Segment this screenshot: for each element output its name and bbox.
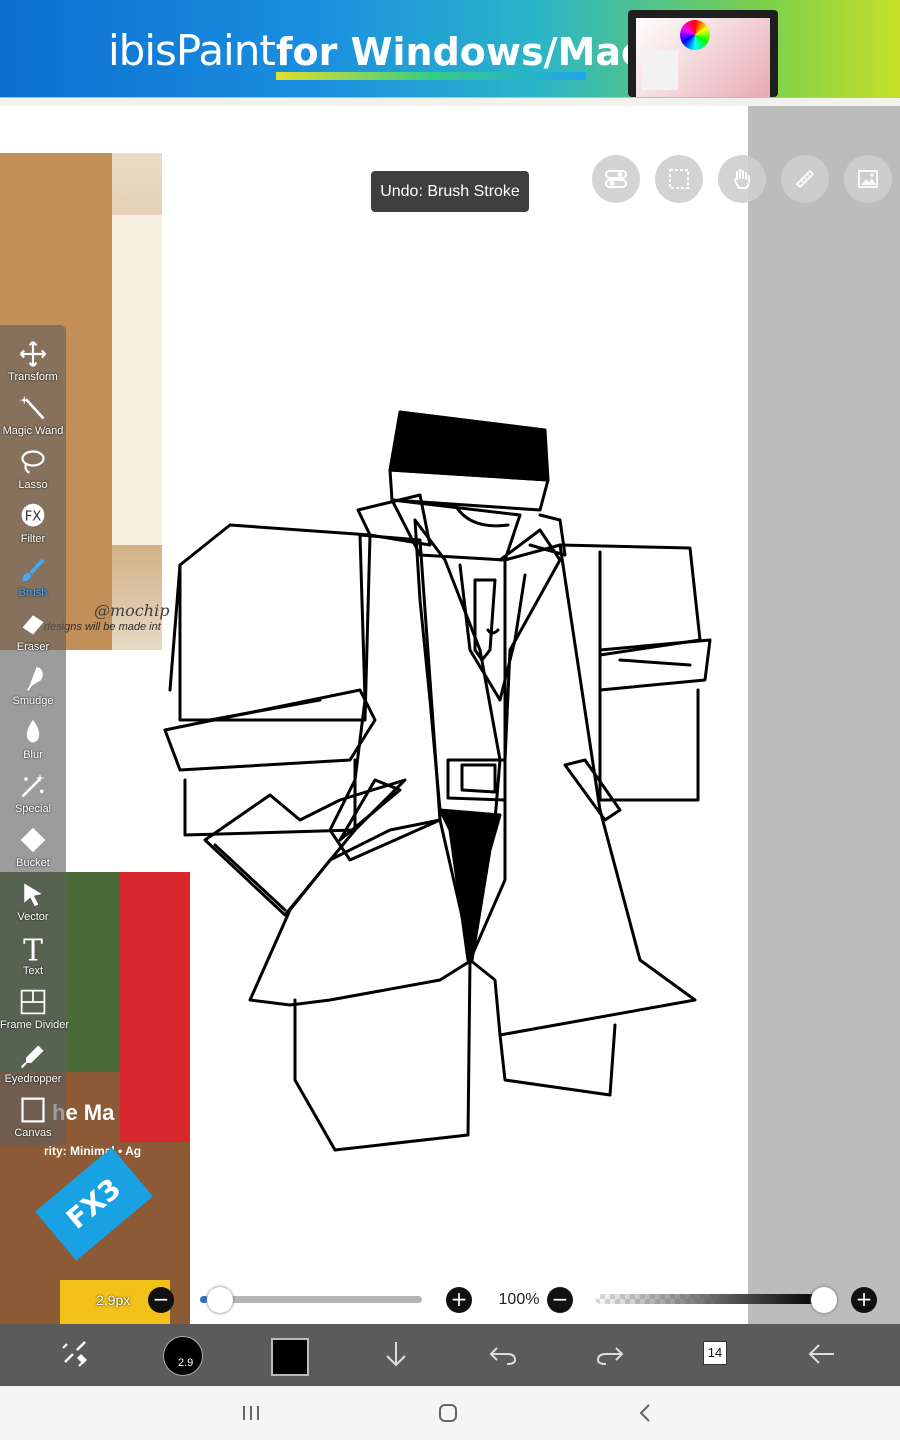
opacity-slider[interactable] (595, 1294, 821, 1304)
tool-canvas[interactable]: Canvas (0, 1090, 66, 1144)
back-button[interactable] (787, 1324, 857, 1386)
arrow-left-icon (808, 1344, 834, 1364)
tool-vector[interactable]: Vector (0, 874, 66, 928)
transform-icon (19, 340, 47, 368)
tool-text[interactable]: T Text (0, 928, 66, 982)
recent-apps-icon (243, 1406, 259, 1420)
arrow-down-icon (386, 1342, 406, 1367)
undo-button[interactable] (468, 1324, 538, 1386)
selection-icon (669, 169, 689, 189)
tool-label: Special (14, 803, 52, 815)
home-icon (439, 1404, 457, 1422)
selection-button[interactable] (655, 155, 703, 203)
tool-label: Filter (20, 533, 46, 545)
brush-size-indicator[interactable]: 2.9 (163, 1336, 203, 1376)
home-button[interactable] (428, 1398, 468, 1428)
brush-icon (22, 558, 45, 582)
tool-label: Smudge (12, 695, 54, 707)
brush-size-slider[interactable] (200, 1296, 422, 1303)
brush-size-decrease-button[interactable]: − (148, 1287, 174, 1313)
tool-bucket[interactable]: Bucket (0, 820, 66, 874)
hand-icon (733, 169, 750, 189)
undo-toast: Undo: Brush Stroke (371, 171, 529, 212)
tool-transform[interactable]: Transform (0, 334, 66, 388)
layer-toggle-button[interactable] (592, 155, 640, 203)
frame-divider-icon (20, 989, 46, 1015)
eraser-icon (22, 615, 44, 635)
bottom-toolbar (0, 1324, 900, 1386)
tool-label: Vector (17, 911, 49, 923)
layers-button[interactable]: 14 (703, 1341, 727, 1365)
tool-eyedropper[interactable]: Eyedropper (0, 1036, 66, 1090)
magic-wand-icon (19, 395, 45, 420)
brush-size-thumb[interactable] (207, 1287, 233, 1313)
svg-text:T: T (23, 934, 43, 962)
zoom-label: 100% (498, 1291, 540, 1308)
svg-text:FX: FX (25, 509, 42, 524)
tool-frame-divider[interactable]: Frame Divider (0, 982, 70, 1036)
lasso-icon (21, 450, 45, 474)
filter-icon: FX (21, 503, 45, 527)
opacity-thumb[interactable] (811, 1287, 837, 1313)
color-swatch[interactable] (271, 1338, 309, 1376)
brush-eraser-swap-icon (62, 1341, 87, 1367)
special-icon (21, 773, 45, 798)
hand-tool-button[interactable] (718, 155, 766, 203)
redo-icon (596, 1347, 624, 1365)
tool-label: Brush (18, 587, 48, 599)
brush-size-label: 2.9px (96, 1292, 131, 1308)
tool-label: Text (22, 965, 44, 977)
opacity-decrease-button[interactable]: − (547, 1287, 573, 1313)
vector-icon (24, 883, 42, 907)
tool-special[interactable]: Special (0, 766, 66, 820)
tool-label: Transform (8, 371, 58, 383)
redo-button[interactable] (575, 1324, 645, 1386)
tool-blur[interactable]: Blur (0, 712, 66, 766)
tool-eraser[interactable]: Eraser (0, 604, 66, 658)
text-icon: T (23, 934, 43, 962)
tool-lasso[interactable]: Lasso (0, 442, 66, 496)
tool-label: Eraser (16, 641, 50, 653)
tool-magic-wand[interactable]: Magic Wand (0, 388, 66, 442)
bucket-icon (20, 827, 46, 853)
blur-icon (26, 719, 40, 743)
download-button[interactable] (361, 1324, 431, 1386)
undo-icon (489, 1347, 517, 1365)
tool-label: Eyedropper (4, 1073, 62, 1085)
toggle-icon (605, 170, 627, 188)
tool-filter[interactable]: FX Filter (0, 496, 66, 550)
smudge-icon (27, 666, 43, 691)
system-back-button[interactable] (625, 1398, 665, 1428)
recent-apps-button[interactable] (230, 1398, 270, 1428)
tool-label: Frame Divider (0, 1019, 70, 1031)
eyedropper-icon (20, 1045, 44, 1069)
material-button[interactable] (844, 155, 892, 203)
image-icon (858, 170, 878, 188)
tool-brush[interactable]: Brush (0, 550, 66, 604)
tool-label: Lasso (18, 479, 48, 491)
ruler-button[interactable] (781, 155, 829, 203)
tool-smudge[interactable]: Smudge (0, 658, 66, 712)
ruler-icon (795, 169, 815, 189)
brush-size-dot-label: 2.9 (178, 1357, 194, 1369)
tool-toggle-button[interactable] (40, 1324, 110, 1386)
android-navigation-bar (0, 1386, 900, 1440)
line-art-drawing (163, 410, 712, 1152)
tool-label: Canvas (14, 1127, 52, 1139)
tool-label: Magic Wand (2, 425, 64, 437)
tool-label: Bucket (16, 857, 50, 869)
opacity-increase-button[interactable]: + (851, 1287, 877, 1313)
chevron-left-icon (639, 1404, 650, 1422)
canvas-icon (21, 1097, 45, 1123)
tool-label: Blur (23, 749, 43, 761)
brush-size-increase-button[interactable]: + (446, 1287, 472, 1313)
